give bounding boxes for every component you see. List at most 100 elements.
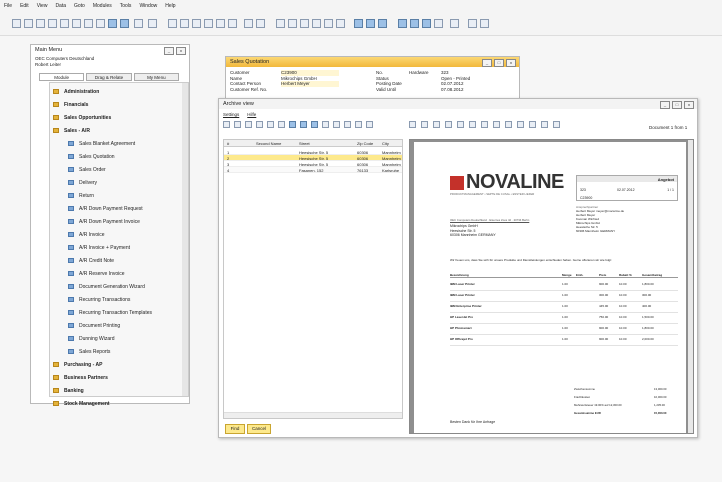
sidebar-item[interactable]: A/R Invoice: [50, 228, 200, 241]
valid-until-field[interactable]: 07.08.2012: [441, 87, 470, 93]
minimize-icon[interactable]: _: [482, 59, 492, 67]
close-icon[interactable]: x: [176, 47, 186, 55]
sidebar-item[interactable]: Sales Order: [50, 163, 200, 176]
minimize-icon[interactable]: _: [164, 47, 174, 55]
series-field[interactable]: Hardware: [409, 70, 429, 75]
menu-file[interactable]: File: [4, 3, 12, 9]
menu-edit[interactable]: Edit: [20, 3, 29, 9]
find-button[interactable]: Find: [225, 424, 245, 434]
toolbar-icon[interactable]: [480, 19, 489, 28]
toolbar-icon[interactable]: [468, 19, 477, 28]
archive-toolbar-icon[interactable]: [245, 121, 252, 128]
sidebar-section[interactable]: Business Partners: [50, 371, 185, 384]
toolbar-icon[interactable]: [60, 19, 69, 28]
toolbar-icon[interactable]: [288, 19, 297, 28]
toolbar-icon[interactable]: [244, 19, 253, 28]
viewer-toolbar-icon[interactable]: [553, 121, 560, 128]
toolbar-icon[interactable]: [434, 19, 443, 28]
toolbar-icon[interactable]: [48, 19, 57, 28]
viewer-toolbar-icon[interactable]: [493, 121, 500, 128]
toolbar-icon[interactable]: [180, 19, 189, 28]
menu-modules[interactable]: Modules: [93, 3, 112, 9]
archive-toolbar-icon[interactable]: [289, 121, 296, 128]
toolbar-icon[interactable]: [422, 19, 431, 28]
archive-toolbar-icon[interactable]: [300, 121, 307, 128]
toolbar-icon[interactable]: [168, 19, 177, 28]
minimize-icon[interactable]: _: [660, 101, 670, 109]
sidebar-item[interactable]: Document Generation Wizard: [50, 280, 200, 293]
archive-toolbar-icon[interactable]: [355, 121, 362, 128]
viewer-toolbar-icon[interactable]: [469, 121, 476, 128]
maximize-icon[interactable]: □: [672, 101, 682, 109]
viewer-toolbar-icon[interactable]: [445, 121, 452, 128]
col-header-city[interactable]: City: [382, 141, 389, 146]
toolbar-icon[interactable]: [312, 19, 321, 28]
toolbar-icon[interactable]: [410, 19, 419, 28]
sidebar-item[interactable]: Document Printing: [50, 319, 200, 332]
archive-toolbar-icon[interactable]: [267, 121, 274, 128]
close-icon[interactable]: x: [506, 59, 516, 67]
menu-window[interactable]: Window: [139, 3, 157, 9]
col-header-zip[interactable]: Zip Code: [357, 141, 373, 146]
horizontal-scrollbar[interactable]: [224, 412, 402, 418]
archive-toolbar-icon[interactable]: [234, 121, 241, 128]
toolbar-icon[interactable]: [354, 19, 363, 28]
sidebar-section[interactable]: Purchasing - AP: [50, 358, 185, 371]
cancel-button[interactable]: Cancel: [247, 424, 271, 434]
sidebar-item[interactable]: A/R Invoice + Payment: [50, 241, 200, 254]
sidebar-section[interactable]: Administration: [50, 85, 185, 98]
archive-toolbar-icon[interactable]: [333, 121, 340, 128]
viewer-toolbar-icon[interactable]: [529, 121, 536, 128]
viewer-toolbar-icon[interactable]: [433, 121, 440, 128]
sidebar-item[interactable]: Recurring Transactions: [50, 293, 200, 306]
viewer-toolbar-icon[interactable]: [457, 121, 464, 128]
col-header-street[interactable]: Street: [299, 141, 310, 146]
toolbar-icon[interactable]: [398, 19, 407, 28]
archive-toolbar-icon[interactable]: [366, 121, 373, 128]
tab-module[interactable]: Module: [39, 73, 85, 81]
sidebar-section[interactable]: Stock Management: [50, 397, 185, 410]
archive-toolbar-icon[interactable]: [278, 121, 285, 128]
sidebar-item[interactable]: Delivery: [50, 176, 200, 189]
toolbar-icon[interactable]: [366, 19, 375, 28]
toolbar-icon[interactable]: [228, 19, 237, 28]
toolbar-icon[interactable]: [24, 19, 33, 28]
toolbar-icon[interactable]: [204, 19, 213, 28]
viewer-toolbar-icon[interactable]: [517, 121, 524, 128]
sidebar-section[interactable]: Sales Opportunities: [50, 111, 185, 124]
menu-hilfe[interactable]: Hilfe: [247, 112, 256, 117]
toolbar-icon[interactable]: [108, 19, 117, 28]
menu-help[interactable]: Help: [165, 3, 175, 9]
archive-toolbar-icon[interactable]: [311, 121, 318, 128]
toolbar-icon[interactable]: [96, 19, 105, 28]
viewer-toolbar-icon[interactable]: [409, 121, 416, 128]
sidebar-item[interactable]: Return: [50, 189, 200, 202]
menu-data[interactable]: Data: [55, 3, 66, 9]
maximize-icon[interactable]: □: [494, 59, 504, 67]
sidebar-item[interactable]: A/R Reserve Invoice: [50, 267, 200, 280]
menu-view[interactable]: View: [37, 3, 48, 9]
toolbar-icon[interactable]: [300, 19, 309, 28]
contact-field[interactable]: Herbert Meyer: [281, 81, 339, 87]
menu-settings[interactable]: Settings: [223, 112, 239, 117]
menu-tools[interactable]: Tools: [120, 3, 132, 9]
toolbar-icon[interactable]: [324, 19, 333, 28]
sidebar-item[interactable]: A/R Credit Note: [50, 254, 200, 267]
col-header-second-name[interactable]: Second Name: [256, 141, 281, 146]
toolbar-icon[interactable]: [84, 19, 93, 28]
sidebar-item[interactable]: Recurring Transaction Templates: [50, 306, 200, 319]
toolbar-icon[interactable]: [192, 19, 201, 28]
col-header-number[interactable]: #: [227, 141, 229, 146]
sidebar-section[interactable]: Financials: [50, 98, 185, 111]
toolbar-icon[interactable]: [216, 19, 225, 28]
sidebar-item[interactable]: Dunning Wizard: [50, 332, 200, 345]
toolbar-icon[interactable]: [120, 19, 129, 28]
menu-goto[interactable]: Goto: [74, 3, 85, 9]
toolbar-icon[interactable]: [450, 19, 459, 28]
archive-toolbar-icon[interactable]: [344, 121, 351, 128]
viewer-toolbar-icon[interactable]: [481, 121, 488, 128]
toolbar-icon[interactable]: [148, 19, 157, 28]
toolbar-icon[interactable]: [378, 19, 387, 28]
toolbar-icon[interactable]: [36, 19, 45, 28]
tab-drag-relate[interactable]: Drag & Relate: [86, 73, 132, 81]
